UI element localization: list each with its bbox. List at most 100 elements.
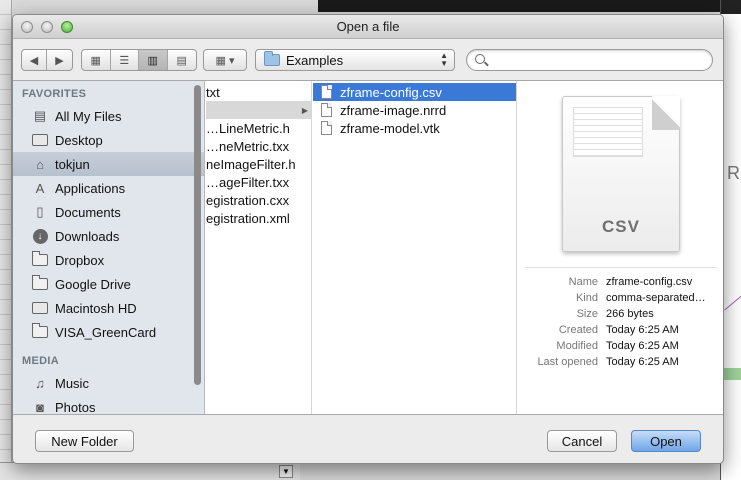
sidebar-item-label: Macintosh HD <box>55 300 137 316</box>
all-files-icon: ▤ <box>33 108 47 123</box>
sidebar-item-downloads[interactable]: ↓ Downloads <box>13 224 204 248</box>
background-dropdown-icon: ▼ <box>279 465 293 478</box>
browser-area: FAVORITES ▤ All My Files Desktop ⌂ tokju… <box>13 80 723 415</box>
file-column-2: zframe-config.csv zframe-image.nrrd zfra… <box>313 81 517 414</box>
file-row-selected[interactable]: zframe-config.csv <box>313 83 516 101</box>
sidebar-item-label: Dropbox <box>55 252 105 268</box>
sidebar-item-all-my-files[interactable]: ▤ All My Files <box>13 104 204 128</box>
open-button[interactable]: Open <box>631 430 701 452</box>
preview-pane: CSV Name zframe-config.csv Kind comma-se… <box>517 81 723 414</box>
arrange-grid-icon: ▦ ▾ <box>215 54 235 67</box>
sidebar-item-label: VISA_GreenCard <box>55 324 157 340</box>
folder-icon <box>31 275 49 292</box>
arrange-menu-button[interactable]: ▦ ▾ <box>203 49 247 71</box>
file-row[interactable]: zframe-model.vtk <box>313 119 516 137</box>
dialog-footer: New Folder Cancel Open <box>13 416 723 463</box>
document-icon <box>321 85 332 99</box>
back-button[interactable]: ◀ <box>22 50 48 70</box>
sidebar-item-google-drive[interactable]: Google Drive <box>13 272 204 296</box>
sidebar-item-documents[interactable]: ▯ Documents <box>13 200 204 224</box>
spreadsheet-preview-icon <box>573 107 643 157</box>
list-view-icon: ☰ <box>119 54 130 67</box>
info-key: Created <box>558 324 598 336</box>
view-mode-segment: ▦ ☰ ▥ ▤ <box>81 49 197 71</box>
file-row[interactable]: zframe-image.nrrd <box>313 101 516 119</box>
sidebar: FAVORITES ▤ All My Files Desktop ⌂ tokju… <box>13 81 205 414</box>
folder-icon <box>31 323 49 340</box>
info-value-modified: Today 6:25 AM <box>606 340 679 352</box>
up-down-arrows-icon: ▲ ▼ <box>440 51 448 68</box>
preview-divider <box>525 267 717 268</box>
sidebar-item-label: Music <box>55 375 89 391</box>
sidebar-item-desktop[interactable]: Desktop <box>13 128 204 152</box>
info-value-last-opened: Today 6:25 AM <box>606 356 679 368</box>
sidebar-item-dropbox[interactable]: Dropbox <box>13 248 204 272</box>
column-view-icon: ▥ <box>147 54 158 67</box>
sidebar-item-music[interactable]: ♫ Music <box>13 371 204 395</box>
sidebar-item-label: Google Drive <box>55 276 131 292</box>
info-value-created: Today 6:25 AM <box>606 324 679 336</box>
chevron-right-icon: ▶ <box>55 54 64 67</box>
coverflow-view-button[interactable]: ▤ <box>168 50 196 70</box>
sidebar-scrollbar[interactable] <box>194 85 201 385</box>
file-row-selected-folder[interactable]: ▶ <box>206 101 311 119</box>
media-header: MEDIA <box>22 355 59 367</box>
list-view-button[interactable]: ☰ <box>111 50 139 70</box>
info-value-kind: comma-separated… <box>606 292 706 304</box>
sidebar-item-photos[interactable]: ◙ Photos <box>13 395 204 415</box>
info-value-size: 266 bytes <box>606 308 654 320</box>
background-app-panel <box>0 0 12 480</box>
sidebar-item-applications[interactable]: A Applications <box>13 176 204 200</box>
file-row[interactable]: egistration.cxx <box>206 191 311 209</box>
home-icon: ⌂ <box>36 156 44 172</box>
file-row[interactable]: …LineMetric.h <box>206 119 311 137</box>
favorites-header: FAVORITES <box>22 88 87 100</box>
chevron-left-icon: ◀ <box>29 54 39 67</box>
sidebar-item-label: Desktop <box>55 132 103 148</box>
search-field[interactable] <box>466 49 713 71</box>
downloads-icon: ↓ <box>31 228 49 244</box>
open-file-dialog: Open a file ◀ ▶ ▦ ☰ ▥ ▤ ▦ ▾ Examples ▲ ▼ … <box>12 14 724 464</box>
title-bar: Open a file <box>13 15 723 39</box>
file-row[interactable]: txt <box>206 83 311 101</box>
new-folder-button[interactable]: New Folder <box>35 430 134 452</box>
sidebar-item-label: Documents <box>55 204 121 220</box>
applications-icon: A <box>35 180 45 196</box>
file-row[interactable]: neImageFilter.h <box>206 155 311 173</box>
toolbar: ◀ ▶ ▦ ☰ ▥ ▤ ▦ ▾ Examples ▲ ▼ <box>13 40 723 80</box>
sidebar-item-tokjun[interactable]: ⌂ tokjun <box>13 152 204 176</box>
file-row[interactable]: …neMetric.txx <box>206 137 311 155</box>
folder-icon <box>264 51 280 66</box>
sidebar-item-label: tokjun <box>55 156 90 172</box>
document-icon <box>321 103 332 117</box>
icon-view-icon: ▦ <box>90 54 101 67</box>
file-row[interactable]: …ageFilter.txx <box>206 173 311 191</box>
info-key: Last opened <box>537 356 598 368</box>
page-fold-icon <box>652 96 680 130</box>
coverflow-view-icon: ▤ <box>176 54 187 67</box>
sidebar-item-label: Applications <box>55 180 126 196</box>
documents-icon: ▯ <box>36 204 44 219</box>
disk-icon <box>31 300 49 316</box>
sidebar-item-label: All My Files <box>55 108 122 124</box>
sidebar-item-label: Downloads <box>55 228 120 244</box>
camera-icon: ◙ <box>36 399 44 415</box>
info-key: Name <box>568 276 598 288</box>
sidebar-item-macintosh-hd[interactable]: Macintosh HD <box>13 296 204 320</box>
background-app-topbar <box>318 0 720 12</box>
sidebar-item-visa-greencard[interactable]: VISA_GreenCard <box>13 320 204 344</box>
column-view-button[interactable]: ▥ <box>139 50 168 70</box>
desktop-icon <box>31 132 49 148</box>
file-type-label: CSV <box>602 217 640 236</box>
location-popup[interactable]: Examples ▲ ▼ <box>255 49 455 71</box>
search-input[interactable] <box>491 52 701 68</box>
sidebar-item-label: Photos <box>55 399 96 415</box>
cancel-button[interactable]: Cancel <box>547 430 617 452</box>
forward-button[interactable]: ▶ <box>47 50 72 70</box>
icon-view-button[interactable]: ▦ <box>82 50 111 70</box>
navigation-segment: ◀ ▶ <box>21 49 73 71</box>
file-preview-thumbnail: CSV <box>562 96 680 252</box>
info-key: Modified <box>556 340 598 352</box>
file-row[interactable]: egistration.xml <box>206 209 311 227</box>
info-value-name: zframe-config.csv <box>606 276 693 288</box>
